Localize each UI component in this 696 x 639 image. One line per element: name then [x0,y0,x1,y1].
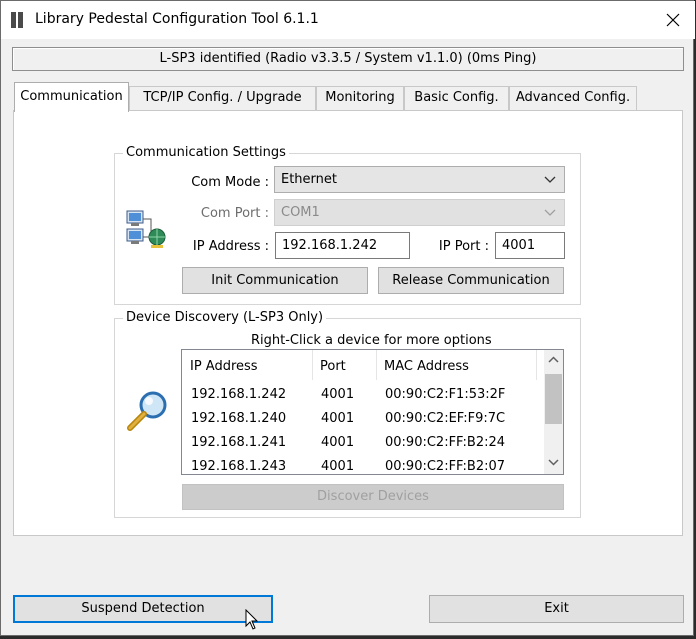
com-port-select[interactable]: COM1 [274,199,565,226]
app-icon [11,12,23,28]
ip-port-label: IP Port : [438,239,489,254]
discover-devices-button[interactable]: Discover Devices [182,484,564,510]
mouse-cursor-icon [245,609,259,630]
suspend-detection-button[interactable]: Suspend Detection [13,595,273,623]
row-ip: 192.168.1.241 [191,435,287,450]
init-communication-button[interactable]: Init Communication [182,267,368,294]
ip-port-field[interactable] [495,232,565,259]
row-ip: 192.168.1.242 [191,387,287,402]
device-discovery-title: Device Discovery (L-SP3 Only) [123,310,327,325]
com-port-label: Com Port : [200,206,269,221]
table-row[interactable]: 192.168.1.240 4001 00:90:C2:EF:F9:7C [182,408,542,432]
com-mode-select[interactable]: Ethernet [274,166,565,193]
close-icon [666,13,680,27]
discovery-hint: Right-Click a device for more options [251,333,492,348]
device-list-scrollbar[interactable] [544,350,563,474]
tab-basic-config[interactable]: Basic Config. [404,86,509,110]
tab-tcpip-config[interactable]: TCP/IP Config. / Upgrade [129,86,316,110]
column-header-mac[interactable]: MAC Address [376,350,536,380]
device-status-bar: L-SP3 identified (Radio v3.3.5 / System … [12,47,684,71]
close-button[interactable] [651,1,695,39]
chevron-down-icon [544,209,556,216]
window-title: Library Pedestal Configuration Tool 6.1.… [35,11,319,27]
exit-button[interactable]: Exit [429,595,684,623]
title-bar[interactable]: Library Pedestal Configuration Tool 6.1.… [1,1,695,39]
tab-communication[interactable]: Communication [14,82,129,112]
row-port: 4001 [321,411,355,426]
release-communication-button[interactable]: Release Communication [378,267,564,294]
app-window: Library Pedestal Configuration Tool 6.1.… [0,0,695,636]
column-header-port[interactable]: Port [312,350,376,380]
ip-address-label: IP Address : [192,239,269,254]
scroll-up-icon[interactable] [548,356,559,364]
scroll-thumb[interactable] [545,374,562,424]
table-row[interactable]: 192.168.1.243 4001 00:90:C2:FF:B2:07 [182,456,542,474]
column-header-ip[interactable]: IP Address [182,350,312,380]
tab-monitoring[interactable]: Monitoring [316,86,404,110]
com-mode-label: Com Mode : [191,175,269,190]
chevron-down-icon [544,176,556,183]
tab-advanced-config[interactable]: Advanced Config. [509,86,637,110]
table-row[interactable]: 192.168.1.241 4001 00:90:C2:FF:B2:24 [182,432,542,456]
table-row[interactable]: 192.168.1.242 4001 00:90:C2:F1:53:2F [182,384,542,408]
com-port-value: COM1 [281,205,320,220]
row-mac: 00:90:C2:FF:B2:07 [385,459,506,474]
ip-port-input[interactable] [496,233,564,258]
row-mac: 00:90:C2:EF:F9:7C [385,411,506,426]
ip-address-field[interactable] [275,232,410,259]
device-list[interactable]: IP Address Port MAC Address 192.168.1.24… [181,349,564,475]
row-mac: 00:90:C2:F1:53:2F [385,387,506,402]
communication-settings-title: Communication Settings [123,145,289,160]
ip-address-input[interactable] [276,233,409,258]
network-computers-icon [126,210,166,248]
scroll-down-icon[interactable] [548,458,559,466]
row-port: 4001 [321,459,355,474]
com-mode-value: Ethernet [281,172,337,187]
row-port: 4001 [321,435,355,450]
row-port: 4001 [321,387,355,402]
row-ip: 192.168.1.243 [191,459,287,474]
row-mac: 00:90:C2:FF:B2:24 [385,435,506,450]
row-ip: 192.168.1.240 [191,411,287,426]
magnifier-icon [127,391,167,431]
